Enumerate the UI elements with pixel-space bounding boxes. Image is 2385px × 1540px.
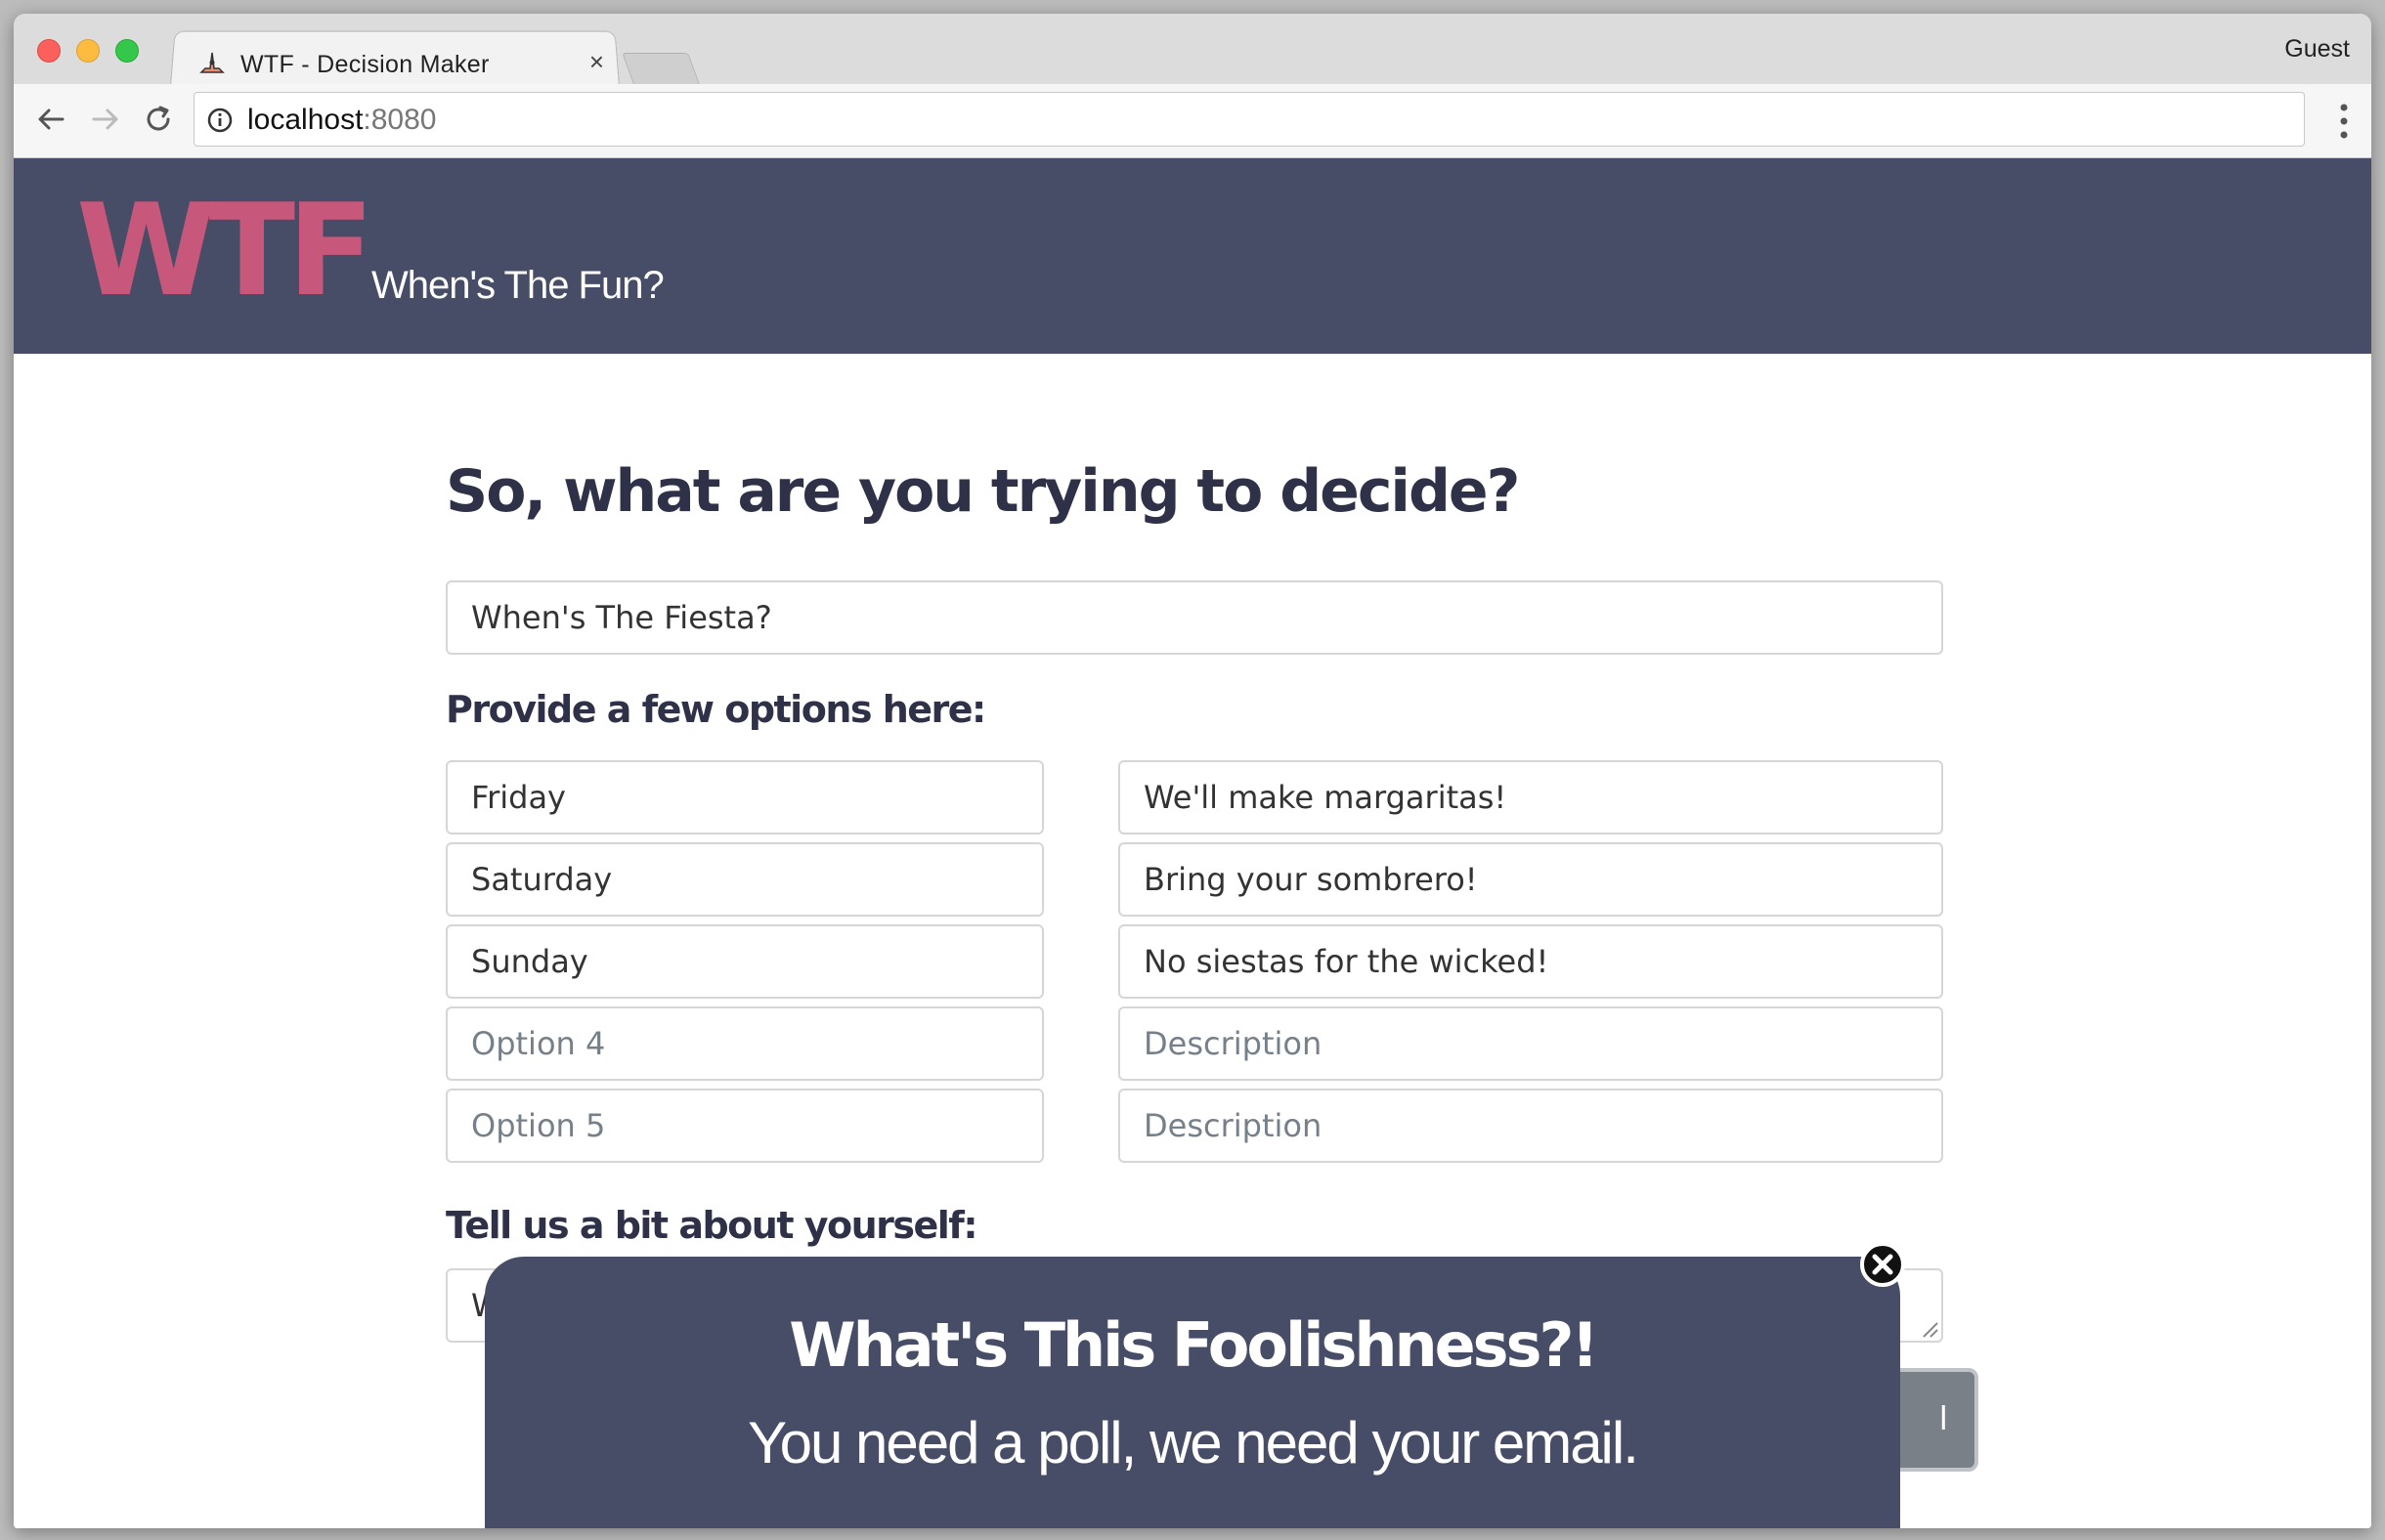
description-input-1[interactable]: We'll make margaritas! bbox=[1118, 760, 1943, 834]
option-input-2[interactable]: Saturday bbox=[446, 842, 1044, 917]
maximize-window-button[interactable] bbox=[115, 39, 139, 63]
site-header: WTF When's The Fun? bbox=[14, 158, 2371, 354]
email-modal: What's This Foolishness?! You need a pol… bbox=[485, 1257, 1900, 1528]
url-text: localhost:8080 bbox=[247, 104, 437, 136]
option-input-1[interactable]: Friday bbox=[446, 760, 1044, 834]
tab-title: WTF - Decision Maker bbox=[240, 51, 490, 78]
close-window-button[interactable] bbox=[37, 39, 61, 63]
minimize-window-button[interactable] bbox=[76, 39, 100, 63]
more-vertical-icon[interactable] bbox=[2338, 102, 2350, 141]
tab-close-icon[interactable]: × bbox=[589, 49, 604, 74]
modal-title: What's This Foolishness?! bbox=[789, 1309, 1598, 1381]
site-logo[interactable]: WTF bbox=[76, 187, 374, 314]
browser-toolbar: localhost:8080 bbox=[14, 84, 2371, 158]
option-input-5[interactable]: Option 5 bbox=[446, 1089, 1044, 1163]
profile-button[interactable]: Guest bbox=[2284, 35, 2350, 64]
sombrero-favicon-icon bbox=[199, 52, 225, 73]
resize-handle-icon[interactable] bbox=[1920, 1319, 1939, 1339]
description-input-3[interactable]: No siestas for the wicked! bbox=[1118, 924, 1943, 999]
forward-arrow-icon[interactable] bbox=[88, 102, 123, 137]
options-heading: Provide a few options here: bbox=[446, 688, 986, 731]
tab-content[interactable]: WTF - Decision Maker × bbox=[188, 39, 618, 82]
poll-title-input[interactable]: When's The Fiesta? bbox=[446, 580, 1943, 655]
page-title: So, what are you trying to decide? bbox=[446, 457, 1520, 526]
description-input-2[interactable]: Bring your sombrero! bbox=[1118, 842, 1943, 917]
address-bar[interactable]: localhost:8080 bbox=[194, 92, 2305, 147]
new-tab-button[interactable] bbox=[622, 53, 700, 84]
about-heading: Tell us a bit about yourself: bbox=[446, 1204, 978, 1247]
back-arrow-icon[interactable] bbox=[33, 102, 68, 137]
reload-icon[interactable] bbox=[141, 102, 176, 137]
description-input-5[interactable]: Description bbox=[1118, 1089, 1943, 1163]
modal-subtitle: You need a poll, we need your email. bbox=[748, 1410, 1639, 1476]
page-viewport: WTF When's The Fun? So, what are you try… bbox=[14, 158, 2371, 1528]
option-input-3[interactable]: Sunday bbox=[446, 924, 1044, 999]
tab-strip: WTF - Decision Maker × Guest bbox=[14, 14, 2371, 86]
info-icon[interactable] bbox=[206, 107, 234, 134]
site-tagline: When's The Fun? bbox=[371, 264, 665, 307]
browser-window: WTF - Decision Maker × Guest localhost:8… bbox=[14, 14, 2371, 1528]
description-input-4[interactable]: Description bbox=[1118, 1006, 1943, 1081]
option-input-4[interactable]: Option 4 bbox=[446, 1006, 1044, 1081]
modal-close-icon[interactable] bbox=[1859, 1241, 1906, 1288]
